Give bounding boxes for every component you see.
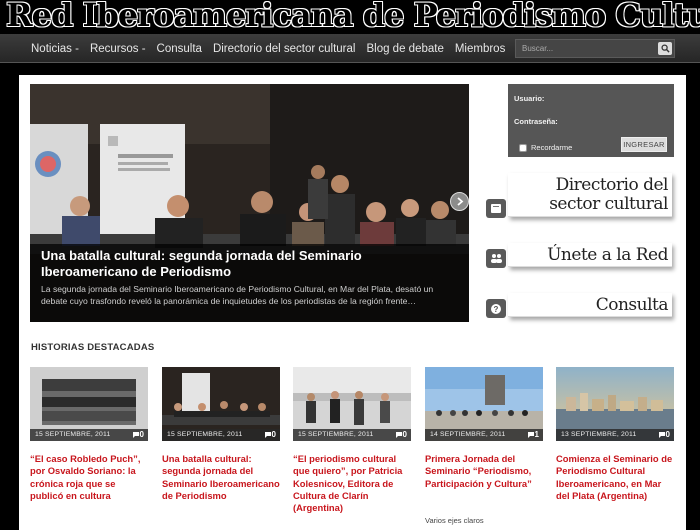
story-title[interactable]: Primera Jornada del Seminario “Periodism…: [425, 453, 543, 490]
promo-label-consulta[interactable]: Consulta: [508, 296, 672, 315]
comment-count-value: 1: [534, 430, 539, 439]
comment-count[interactable]: 0: [264, 430, 276, 439]
story-date: 15 SEPTIEMBRE, 2011: [167, 431, 243, 438]
page-content: Una batalla cultural: segunda jornada de…: [19, 75, 686, 530]
story-date: 15 SEPTIEMBRE, 2011: [35, 431, 111, 438]
search-box: [515, 39, 675, 58]
nav-item-noticias[interactable]: Noticias -: [31, 43, 79, 55]
comment-count[interactable]: 1: [527, 430, 539, 439]
site-title[interactable]: Red Iberoamericana de Periodismo Cultura…: [6, 0, 700, 34]
question-icon: ?: [486, 299, 506, 318]
story-title[interactable]: “El caso Robledo Puch”, por Osvaldo Sori…: [30, 453, 148, 502]
password-label: Contraseña:: [514, 117, 558, 126]
people-icon: [486, 249, 506, 268]
story-meta-bar: 15 SEPTIEMBRE, 2011 0: [30, 429, 148, 441]
story-date: 13 SEPTIEMBRE, 2011: [561, 431, 637, 438]
remember-checkbox[interactable]: [519, 144, 527, 152]
story-subtitle: Varios ejes claros: [425, 516, 484, 525]
story-meta-bar: 14 SEPTIEMBRE, 2011 1: [425, 429, 543, 441]
login-panel: Usuario: Contraseña: Recordarme INGRESAR: [508, 84, 674, 157]
comment-count-value: 0: [271, 430, 276, 439]
story-date: 14 SEPTIEMBRE, 2011: [430, 431, 506, 438]
story-meta-bar: 13 SEPTIEMBRE, 2011 0: [556, 429, 674, 441]
nav-item-blog[interactable]: Blog de debate: [366, 43, 443, 55]
comment-icon: [264, 431, 271, 438]
story-meta-bar: 15 SEPTIEMBRE, 2011 0: [162, 429, 280, 441]
nav-item-consulta[interactable]: Consulta: [157, 43, 202, 55]
nav-item-miembros[interactable]: Miembros: [455, 43, 505, 55]
promo-unete[interactable]: Únete a la Red: [486, 243, 674, 269]
masthead: Red Iberoamericana de Periodismo Cultura…: [0, 0, 700, 34]
comment-count-value: 0: [665, 430, 670, 439]
main-navbar: Noticias - Recursos - Consulta Directori…: [0, 34, 700, 63]
book-icon: [486, 199, 506, 218]
featured-slider[interactable]: Una batalla cultural: segunda jornada de…: [30, 84, 469, 322]
comment-icon: [132, 431, 139, 438]
promo-directorio[interactable]: Directorio del sector cultural: [486, 173, 674, 218]
chevron-right-icon: [456, 197, 463, 206]
promo-consulta[interactable]: ? Consulta: [486, 293, 674, 319]
slider-next-button[interactable]: [450, 192, 469, 211]
nav-item-directorio[interactable]: Directorio del sector cultural: [213, 43, 356, 55]
username-label: Usuario:: [514, 94, 545, 103]
search-button[interactable]: [658, 42, 672, 55]
promo-card-consulta[interactable]: Consulta: [508, 293, 672, 317]
promo-card-unete[interactable]: Únete a la Red: [508, 243, 672, 267]
nav-item-recursos[interactable]: Recursos -: [90, 43, 146, 55]
comment-icon: [395, 431, 402, 438]
login-button[interactable]: INGRESAR: [621, 137, 667, 152]
comment-count-value: 0: [139, 430, 144, 439]
story-title[interactable]: “El periodismo cultural que quiero”, por…: [293, 453, 411, 514]
promo-card-directorio[interactable]: Directorio del sector cultural: [508, 173, 672, 217]
section-heading: HISTORIAS DESTACADAS: [31, 342, 155, 353]
promo-label-unete[interactable]: Únete a la Red: [508, 246, 672, 265]
story-meta-bar: 15 SEPTIEMBRE, 2011 0: [293, 429, 411, 441]
story-title[interactable]: Comienza el Seminario de Periodismo Cult…: [556, 453, 674, 502]
comment-count-value: 0: [402, 430, 407, 439]
promo-label-directorio[interactable]: Directorio del sector cultural: [508, 176, 672, 214]
story-title[interactable]: Una batalla cultural: segunda jornada de…: [162, 453, 280, 502]
search-input[interactable]: [516, 40, 656, 57]
search-icon: [660, 44, 670, 53]
comment-icon: [527, 431, 534, 438]
comment-icon: [658, 431, 665, 438]
nav-menu: Noticias - Recursos - Consulta Directori…: [31, 34, 516, 63]
featured-excerpt: La segunda jornada del Seminario Iberoam…: [41, 284, 434, 306]
comment-count[interactable]: 0: [658, 430, 670, 439]
comment-count[interactable]: 0: [132, 430, 144, 439]
comment-count[interactable]: 0: [395, 430, 407, 439]
svg-text:?: ?: [494, 305, 499, 314]
featured-title[interactable]: Una batalla cultural: segunda jornada de…: [41, 248, 421, 280]
remember-label: Recordarme: [531, 143, 573, 152]
story-date: 15 SEPTIEMBRE, 2011: [298, 431, 374, 438]
